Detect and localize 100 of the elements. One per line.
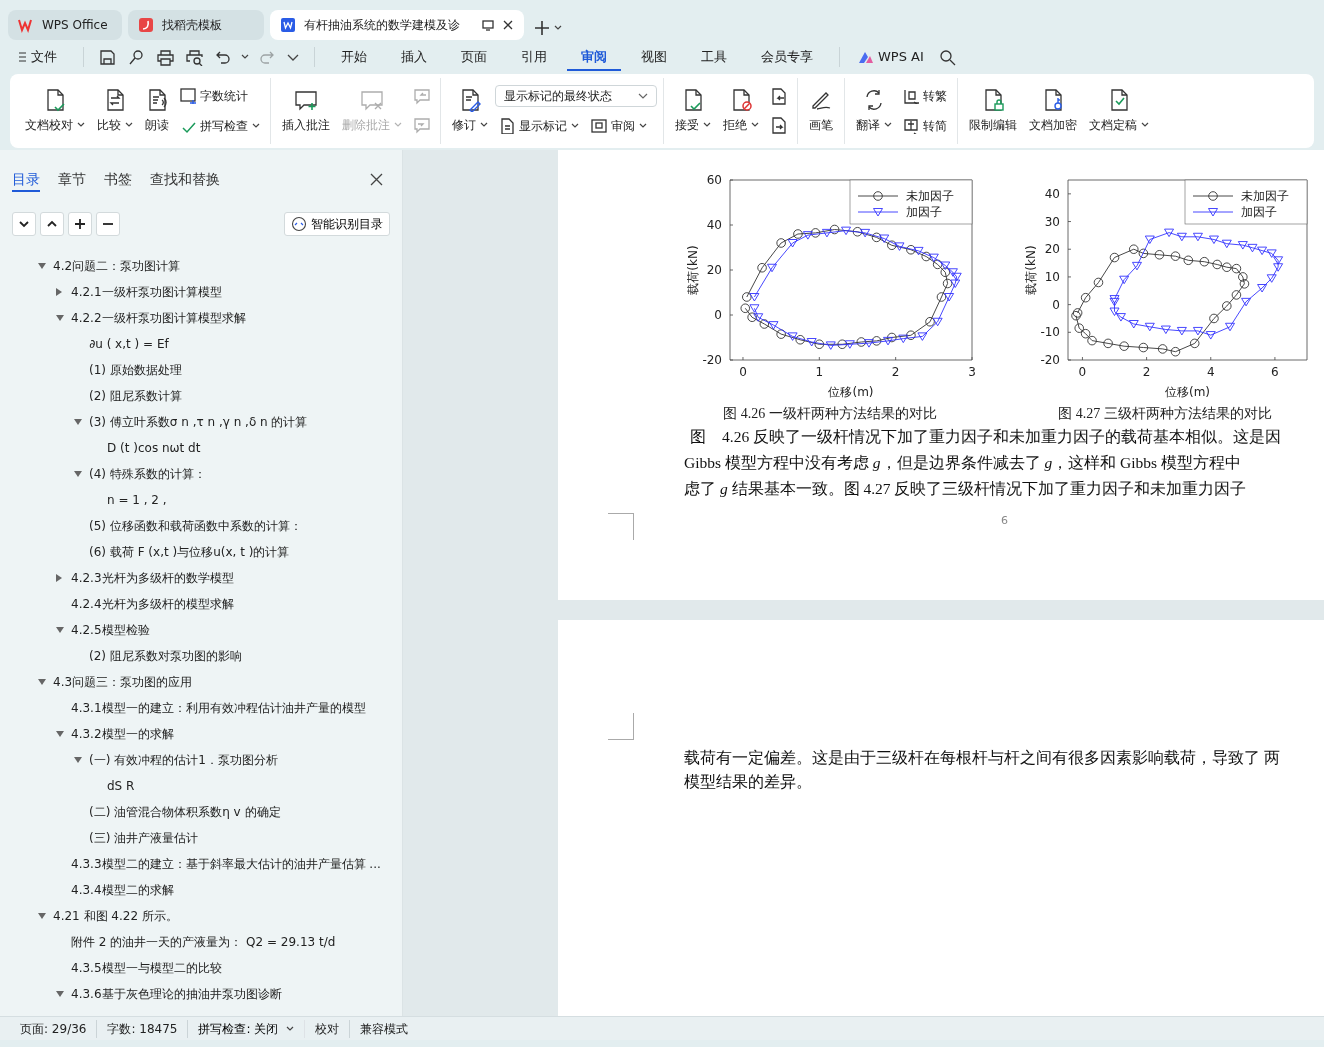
toc-entry[interactable]: (2) 阻尼系数对泵功图的影响 <box>89 647 242 665</box>
ribbon-button[interactable]: 接受 <box>670 86 716 136</box>
toc-entry[interactable]: (2) 阻尼系数计算 <box>89 387 182 405</box>
toc-entry[interactable]: 4.2.2一级杆泵功图计算模型求解 <box>71 309 246 327</box>
paragraph-line: Gibbs 模型方程中没有考虑 g，但是边界条件减去了 g，这样和 Gibbs 模型方程中 <box>684 453 1242 473</box>
legend-label: 加因子 <box>1241 205 1277 219</box>
ribbon-button[interactable]: 文档加密 <box>1024 86 1082 136</box>
tick-label: -20 <box>1040 353 1060 367</box>
toc-entry[interactable]: 4.3.3模型二的建立：基于斜率最大估计的油井产量估算 ... <box>71 855 381 873</box>
axis-title: 载荷(kN) <box>1024 245 1038 295</box>
tick-label: 0 <box>1052 297 1060 312</box>
tick-label: 2 <box>1142 365 1151 379</box>
tick-label: 3 <box>968 365 976 379</box>
paragraph-line: 模型结果的差异。 <box>684 772 813 792</box>
ribbon-button[interactable]: 修订 <box>447 86 493 136</box>
ribbon-button[interactable]: 朗读 <box>140 86 174 136</box>
toc-entry[interactable]: (二) 油管混合物体积系数η v 的确定 <box>89 803 281 821</box>
toc-entry[interactable]: (6) 载荷 F (x,t )与位移u(x, t )的计算 <box>89 543 290 561</box>
ribbon-button[interactable]: 画笔 <box>804 86 838 136</box>
toc-entry[interactable]: 4.2问题二：泵功图计算 <box>53 257 181 275</box>
panel-tab[interactable]: 查找和替换 <box>150 166 220 192</box>
ribbon-button[interactable]: 转简 <box>899 115 951 137</box>
window-tab[interactable]: 有杆抽油系统的数学建模及诊 <box>270 10 524 40</box>
toc-entry[interactable]: 附件 2 的油井一天的产液量为： Q2 = 29.13 t/d <box>71 933 336 951</box>
toc-entry[interactable]: 4.2.5模型检验 <box>71 621 150 639</box>
toc-entry[interactable]: (一) 有效冲程的估计1．泵功图分析 <box>89 751 278 769</box>
tick-label: 6 <box>1271 365 1279 379</box>
tick-label: 60 <box>706 173 722 187</box>
ribbon-button[interactable]: 比较 <box>92 86 138 136</box>
panel-tab[interactable]: 章节 <box>58 166 86 192</box>
tick-label: -20 <box>702 353 722 367</box>
toc-entry[interactable]: 4.21 和图 4.22 所示。 <box>53 907 178 925</box>
ribbon-tab[interactable]: 引用 <box>507 43 561 71</box>
toc-entry[interactable]: (4) 特殊系数的计算： <box>89 465 206 483</box>
tick-label: 40 <box>706 218 722 232</box>
axis-title: 位移(m) <box>1164 385 1211 399</box>
tick-label: 20 <box>1044 242 1060 257</box>
legend-label: 未加因子 <box>906 189 954 203</box>
ribbon-tab[interactable]: 审阅 <box>567 43 621 71</box>
ribbon-tab[interactable]: 工具 <box>687 43 741 71</box>
figure-caption: 图 4.27 三级杆两种方法结果的对比 <box>1057 405 1273 423</box>
toc-entry[interactable]: 4.2.4光杆为多级杆的模型求解 <box>71 595 234 613</box>
ai-button[interactable]: WPS AI <box>852 43 930 71</box>
tick-label: 10 <box>1044 269 1060 284</box>
ribbon-button[interactable]: 文档校对 <box>20 86 90 136</box>
ribbon-button[interactable]: 翻译 <box>851 86 897 136</box>
tick-label: 0 <box>1078 365 1087 379</box>
toc-entry[interactable]: ∂u ( x,t ) = Ef <box>89 335 169 353</box>
ribbon-button[interactable]: 拒绝 <box>718 86 764 136</box>
axis-title: 载荷(kN) <box>686 245 700 295</box>
tick-label: -10 <box>1040 325 1060 340</box>
toc-entry[interactable]: 4.3.6基于灰色理论的抽油井泵功图诊断 <box>71 985 282 1003</box>
ribbon-button[interactable]: 字数统计 <box>176 85 252 107</box>
paragraph-line: 图 4.26 反映了一级杆情况下加了重力因子和未加重力因子的载荷基本相似。这是因 <box>689 427 1282 447</box>
file-menu[interactable]: 文件 <box>12 43 71 71</box>
smart-toc-button[interactable]: 智能识别目录 <box>284 212 390 236</box>
toc-entry[interactable]: (1) 原始数据处理 <box>89 361 182 379</box>
toc-entry[interactable]: 4.3.1模型一的建立：利用有效冲程估计油井产量的模型 <box>71 699 366 717</box>
toc-entry[interactable]: (3) 傅立叶系数σ n ,τ n ,γ n ,δ n 的计算 <box>89 413 308 431</box>
tick-label: 30 <box>1044 214 1060 229</box>
window-tab[interactable]: WPS Office <box>8 10 122 40</box>
page-number: 6 <box>1001 513 1008 529</box>
ribbon-button[interactable]: 转繁 <box>899 85 951 107</box>
toc-entry[interactable]: 4.3.5模型一与模型二的比较 <box>71 959 222 977</box>
tick-label: 2 <box>891 365 900 379</box>
toc-entry[interactable]: 4.3问题三：泵功图的应用 <box>53 673 193 691</box>
ribbon-button[interactable]: 审阅 <box>587 115 651 137</box>
markup-select[interactable]: 显示标记的最终状态 <box>495 85 657 107</box>
legend-label: 未加因子 <box>1241 189 1289 203</box>
tick-label: 0 <box>739 365 747 379</box>
toc-entry[interactable]: 4.3.4模型二的求解 <box>71 881 174 899</box>
ribbon-tab[interactable]: 会员专享 <box>747 43 827 71</box>
paragraph-line: 载荷有一定偏差。这是由于三级杆在每根杆与杆之间有很多因素影响载荷，导致了 两 <box>684 748 1281 768</box>
ribbon-tab[interactable]: 插入 <box>387 43 441 71</box>
toc-entry[interactable]: (5) 位移函数和载荷函数中系数的计算： <box>89 517 302 535</box>
paragraph-line: 虑了 g 结果基本一致。图 4.27 反映了三级杆情况下加了重力因子和未加重力因子 <box>684 479 1248 499</box>
ribbon-tab[interactable]: 开始 <box>327 43 381 71</box>
compatibility-mode: 兼容模式 <box>359 1020 410 1038</box>
ribbon-tab[interactable]: 页面 <box>447 43 501 71</box>
toc-entry[interactable]: 4.2.1一级杆泵功图计算模型 <box>71 283 222 301</box>
tick-label: 4 <box>1206 365 1215 379</box>
toc-entry[interactable]: 4.3.2模型一的求解 <box>71 725 174 743</box>
panel-tab[interactable]: 目录 <box>12 166 40 192</box>
toc-entry[interactable]: 4.2.3光杆为多级杆的数学模型 <box>71 569 234 587</box>
ribbon-button[interactable]: 拼写检查 <box>176 115 264 137</box>
ribbon-button[interactable]: 限制编辑 <box>964 86 1022 136</box>
ribbon-button[interactable]: 显示标记 <box>495 115 583 137</box>
spell-check-toggle[interactable]: 拼写检查: 关闭 <box>188 1019 306 1038</box>
ribbon-tab[interactable]: 视图 <box>627 43 681 71</box>
ribbon-button[interactable]: 文档定稿 <box>1084 86 1154 136</box>
page-count: 页面: 29/36 <box>10 1019 98 1038</box>
panel-tab[interactable]: 书签 <box>104 166 132 192</box>
toc-entry[interactable]: D (t )cos nωt dt <box>107 439 201 457</box>
toc-entry[interactable]: dS R <box>107 777 135 795</box>
window-tab[interactable]: 找稻壳模板 <box>128 10 264 40</box>
toc-entry[interactable]: n = 1 , 2 , <box>107 491 167 509</box>
toc-entry[interactable]: (三) 油井产液量估计 <box>89 829 199 847</box>
figure-caption: 图 4.26 一级杆两种方法结果的对比 <box>722 405 938 423</box>
ribbon-button[interactable]: 插入批注 <box>277 86 335 136</box>
proofread-button[interactable]: 校对 <box>305 1019 351 1038</box>
